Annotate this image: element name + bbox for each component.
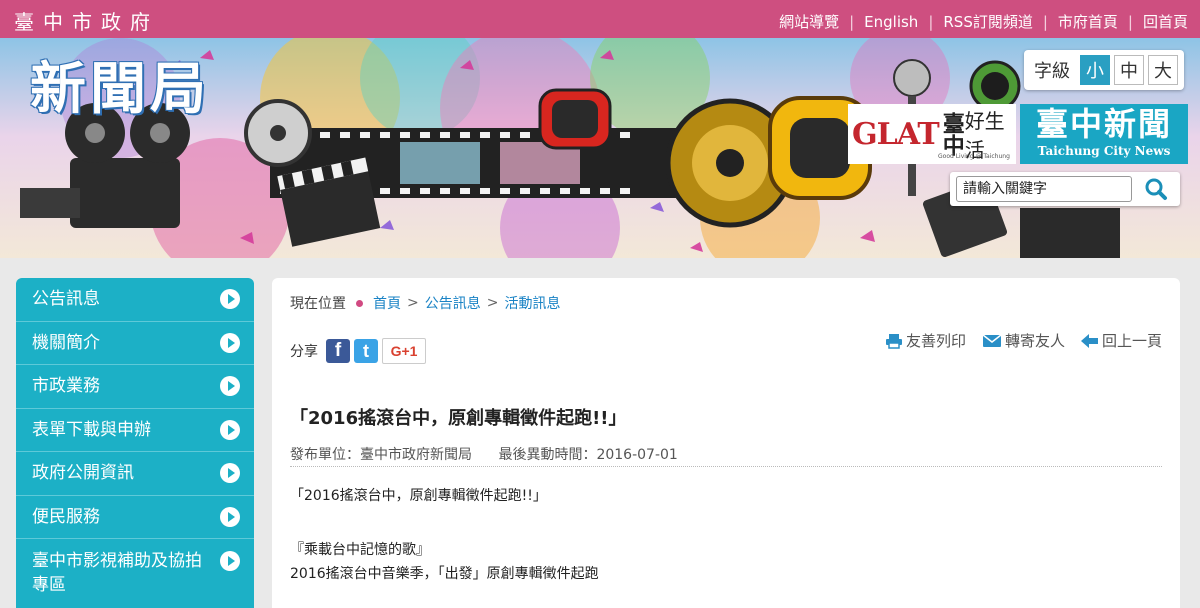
home-link[interactable]: 回首頁 — [1143, 11, 1188, 32]
article-line: 2016搖滾台中音樂季，「出發」原創專輯徵件起跑 — [290, 566, 599, 582]
arrow-right-icon — [220, 506, 240, 527]
font-size-small[interactable]: 小 — [1080, 55, 1110, 85]
printer-icon — [885, 333, 902, 349]
site-name[interactable]: 臺中市政府 — [14, 6, 159, 35]
breadcrumb-announcements[interactable]: 公告訊息 — [425, 293, 481, 313]
sidebar-item-about[interactable]: 機關簡介 — [16, 322, 254, 365]
arrow-right-icon — [220, 551, 240, 571]
separator: | — [1127, 12, 1133, 31]
article-meta: 發布單位：臺中市政府新聞局 最後異動時間：2016-07-01 — [290, 444, 678, 464]
share-label: 分享 — [290, 344, 318, 360]
print-button[interactable]: 友善列印 — [885, 330, 966, 351]
sidebar-item-label: 機關簡介 — [32, 332, 100, 353]
top-links: 網站導覽 | English | RSS訂閱頻道 | 市府首頁 | 回首頁 — [779, 11, 1188, 32]
font-size-selector: 字級 小 中 大 — [1024, 50, 1184, 90]
font-size-large[interactable]: 大 — [1148, 55, 1178, 85]
back-arrow-icon — [1080, 333, 1098, 348]
back-label: 回上一頁 — [1101, 332, 1162, 350]
article-tools: 友善列印 轉寄友人 回上一頁 — [869, 330, 1162, 351]
english-link[interactable]: English — [864, 13, 918, 31]
sidebar-item-public-service[interactable]: 便民服務 — [16, 496, 254, 539]
breadcrumb: 現在位置 首頁 > 公告訊息 > 活動訊息 — [290, 293, 560, 313]
breadcrumb-separator: > — [407, 295, 419, 311]
article-line: 『乘載台中記憶的歌』 — [290, 542, 430, 558]
news-logo-zh: 臺中新聞 — [1035, 105, 1172, 143]
glat-brand: GLAT — [852, 116, 940, 152]
sidebar-item-film-subsidy[interactable]: 臺中市影視補助及協拍專區 — [16, 539, 254, 608]
sidebar-item-announcements[interactable]: 公告訊息 — [16, 278, 254, 322]
divider — [290, 466, 1162, 467]
rss-link[interactable]: RSS訂閱頻道 — [943, 11, 1032, 32]
sitemap-link[interactable]: 網站導覽 — [779, 11, 839, 32]
separator: | — [849, 12, 855, 31]
glat-city: 臺中 — [938, 112, 965, 156]
article-title: 「2016搖滾台中，原創專輯徵件起跑!!」 — [290, 408, 627, 429]
separator: | — [1042, 12, 1048, 31]
arrow-right-icon — [220, 463, 240, 484]
twitter-share-button[interactable]: t — [354, 339, 378, 363]
print-label: 友善列印 — [905, 332, 966, 350]
breadcrumb-label: 現在位置 — [290, 296, 346, 312]
separator: | — [928, 12, 934, 31]
search-input[interactable] — [956, 176, 1132, 202]
forward-label: 轉寄友人 — [1004, 332, 1065, 350]
sidebar-item-label: 政府公開資訊 — [32, 463, 134, 484]
sidebar-item-label: 公告訊息 — [32, 289, 100, 310]
publisher: 發布單位：臺中市政府新聞局 — [290, 447, 472, 463]
search-icon — [1145, 178, 1167, 200]
top-bar: 臺中市政府 網站導覽 | English | RSS訂閱頻道 | 市府首頁 | … — [0, 0, 1200, 38]
breadcrumb-home[interactable]: 首頁 — [373, 293, 401, 313]
article-line: 「2016搖滾台中，原創專輯徵件起跑!!」 — [290, 488, 547, 504]
city-home-link[interactable]: 市府首頁 — [1058, 11, 1118, 32]
sidebar-item-label: 市政業務 — [32, 376, 100, 397]
last-updated: 最後異動時間：2016-07-01 — [498, 447, 678, 463]
font-size-label: 字級 — [1034, 61, 1070, 82]
news-logo-en: Taichung City News — [1037, 144, 1171, 158]
breadcrumb-separator: > — [486, 295, 499, 311]
search-button[interactable] — [1138, 174, 1174, 204]
facebook-share-button[interactable]: f — [326, 339, 350, 363]
article-body: 「2016搖滾台中，原創專輯徵件起跑!!」 『乘載台中記憶的歌』 2016搖滾台… — [290, 484, 599, 586]
header-banner: 新聞局 字級 小 中 大 GLAT 臺中 好生活 Good Living @ T… — [0, 38, 1200, 258]
glat-small-text: Good Living @ Taichung — [938, 153, 1010, 160]
arrow-right-icon — [220, 376, 240, 397]
mail-icon — [982, 333, 1002, 347]
arrow-right-icon — [220, 289, 240, 310]
arrow-right-icon — [220, 419, 240, 440]
sidebar-item-label: 臺中市影視補助及協拍專區 — [32, 551, 202, 595]
glat-logo-link[interactable]: GLAT 臺中 好生活 Good Living @ Taichung — [848, 104, 1016, 164]
breadcrumb-events[interactable]: 活動訊息 — [504, 293, 560, 313]
sidebar-item-services[interactable]: 市政業務 — [16, 365, 254, 409]
share-bar: 分享 f t G+1 — [290, 338, 430, 364]
sidebar-menu: 公告訊息 機關簡介 市政業務 表單下載與申辦 政府公開資訊 便民服務 臺中市影視… — [16, 278, 254, 608]
font-size-medium[interactable]: 中 — [1114, 55, 1144, 85]
arrow-right-icon — [220, 332, 240, 353]
back-button[interactable]: 回上一頁 — [1080, 330, 1162, 351]
main-content: 現在位置 首頁 > 公告訊息 > 活動訊息 分享 f t G+1 友善列印 轉寄… — [272, 278, 1180, 608]
forward-button[interactable]: 轉寄友人 — [982, 330, 1065, 351]
sidebar-item-open-info[interactable]: 政府公開資訊 — [16, 452, 254, 496]
sidebar-item-label: 表單下載與申辦 — [32, 419, 151, 440]
taichung-news-logo-link[interactable]: 臺中新聞 Taichung City News — [1020, 104, 1188, 164]
google-plus-button[interactable]: G+1 — [382, 338, 426, 364]
sidebar-item-forms[interactable]: 表單下載與申辦 — [16, 409, 254, 452]
bureau-title[interactable]: 新聞局 — [30, 44, 210, 125]
bullet-icon — [356, 299, 363, 307]
sidebar-item-label: 便民服務 — [32, 506, 100, 527]
search-box — [950, 172, 1180, 206]
